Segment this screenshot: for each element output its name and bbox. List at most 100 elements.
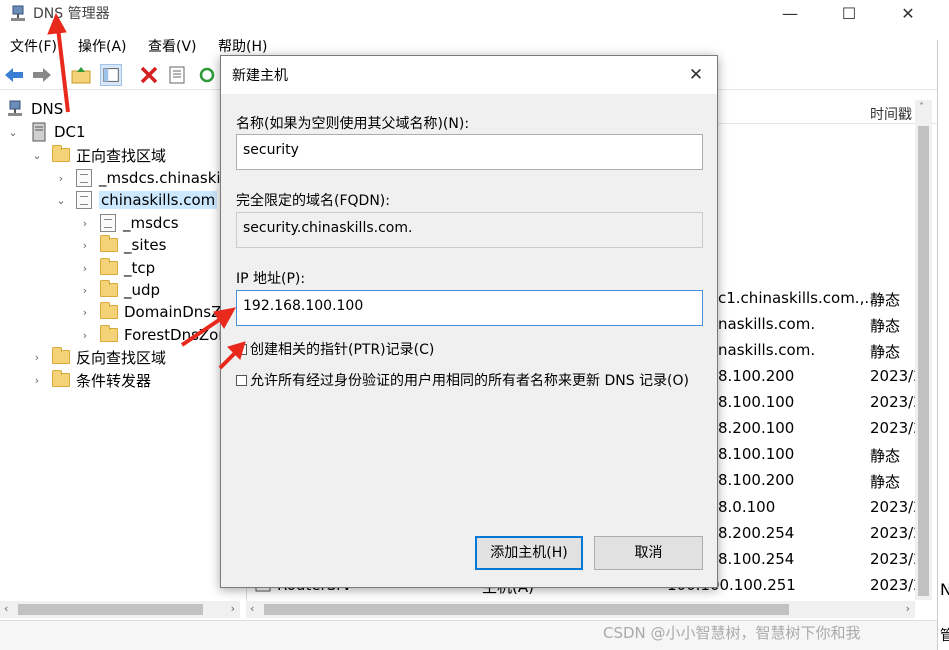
zone-icon <box>76 169 92 187</box>
record-data: c1.chinaskills.com.,... <box>718 289 879 307</box>
new-host-dialog: 新建主机 ✕ 名称(如果为空则使用其父域名称)(N): security 完全限… <box>220 55 718 588</box>
allow-update-checkbox[interactable]: 允许所有经过身份验证的用户用相同的所有者名称来更新 DNS 记录(O) <box>236 372 704 391</box>
menu-view[interactable]: 查看(V) <box>148 36 197 56</box>
record-data: 8.0.100 <box>718 498 776 516</box>
create-ptr-checkbox[interactable]: ✓ 创建相关的指针(PTR)记录(C) <box>236 341 434 360</box>
delete-icon[interactable] <box>138 64 160 86</box>
scroll-right-icon[interactable]: › <box>906 602 910 615</box>
chevron-down-icon[interactable]: ⌄ <box>30 149 44 162</box>
record-data: 8.200.254 <box>718 524 795 542</box>
record-timestamp: 静态 <box>870 317 901 335</box>
list-horizontal-scrollbar[interactable]: ‹ › <box>246 601 915 618</box>
allow-update-label: 允许所有经过身份验证的用户用相同的所有者名称来更新 DNS 记录(O) <box>250 373 689 389</box>
chevron-right-icon[interactable]: › <box>78 284 92 297</box>
chevron-right-icon[interactable]: › <box>78 262 92 275</box>
properties-icon[interactable] <box>166 64 188 86</box>
menu-bar: 文件(F) 操作(A) 查看(V) 帮助(H) <box>0 33 937 57</box>
tree-node-reverse-zones[interactable]: › 反向查找区域 <box>30 346 166 368</box>
chevron-right-icon[interactable]: › <box>78 329 92 342</box>
menu-action[interactable]: 操作(A) <box>78 36 127 56</box>
chevron-right-icon[interactable]: › <box>30 374 44 387</box>
tree-node-dns[interactable]: DNS <box>6 98 63 120</box>
adjacent-window-edge: N 管 <box>937 40 949 650</box>
title-bar: DNS 管理器 — ☐ ✕ <box>0 0 937 30</box>
record-data: 8.100.100 <box>718 393 795 411</box>
tree-node-sites[interactable]: › _sites <box>78 234 166 256</box>
menu-help[interactable]: 帮助(H) <box>218 36 267 56</box>
record-timestamp: 静态 <box>870 473 901 491</box>
record-data: naskills.com. <box>718 341 816 359</box>
chevron-down-icon[interactable]: ⌄ <box>54 194 68 207</box>
folder-icon <box>52 370 70 387</box>
folder-icon <box>100 280 118 297</box>
scroll-right-icon[interactable]: › <box>231 602 235 615</box>
add-host-button[interactable]: 添加主机(H) <box>475 536 583 570</box>
up-folder-icon[interactable] <box>70 64 92 86</box>
record-timestamp: 静态 <box>870 343 901 361</box>
tree-node-forestdnszones[interactable]: › ForestDnsZone <box>78 324 237 346</box>
record-data: naskills.com. <box>718 315 816 333</box>
checkbox-checked-icon[interactable]: ✓ <box>236 344 247 355</box>
record-timestamp: 静态 <box>870 291 901 309</box>
folder-icon <box>100 258 118 275</box>
tree-node-msdcs-zone[interactable]: › _msdcs.chinaskills <box>54 167 237 189</box>
chevron-right-icon[interactable]: › <box>54 172 68 185</box>
dialog-close-button[interactable]: ✕ <box>681 61 711 89</box>
maximize-button[interactable]: ☐ <box>826 0 872 30</box>
server-icon <box>32 122 46 142</box>
scroll-thumb[interactable] <box>18 604 203 615</box>
folder-icon <box>52 347 70 364</box>
checkbox-unchecked-icon[interactable] <box>236 375 247 386</box>
tree-node-msdcs[interactable]: › _msdcs <box>78 212 179 234</box>
tree-node-server[interactable]: ⌄ DC1 <box>6 121 86 143</box>
list-vertical-scrollbar[interactable]: ˄ <box>915 100 932 600</box>
folder-icon <box>100 325 118 342</box>
chevron-down-icon[interactable]: ⌄ <box>6 126 20 139</box>
tree-node-conditional-forwarders[interactable]: › 条件转发器 <box>30 369 151 391</box>
console-tree: DNS ⌄ DC1 ⌄ 正向查找区域 › _msdcs.chinaskills … <box>0 96 240 596</box>
ip-address-label: IP 地址(P): <box>236 271 306 287</box>
fqdn-field: security.chinaskills.com. <box>236 212 703 248</box>
edge-text-2: 管 <box>940 628 949 644</box>
minimize-button[interactable]: — <box>767 0 813 30</box>
tree-horizontal-scrollbar[interactable]: ‹ › <box>0 601 240 618</box>
scroll-left-icon[interactable]: ‹ <box>4 602 8 615</box>
forward-arrow-icon[interactable] <box>31 64 53 86</box>
name-input[interactable]: security <box>236 134 703 170</box>
folder-icon <box>52 145 70 162</box>
create-ptr-label: 创建相关的指针(PTR)记录(C) <box>250 342 435 358</box>
tree-node-domaindnszones[interactable]: › DomainDnsZ <box>78 301 221 323</box>
chevron-right-icon[interactable]: › <box>78 306 92 319</box>
dialog-title-bar: 新建主机 ✕ <box>221 56 717 94</box>
cancel-button[interactable]: 取消 <box>594 536 703 570</box>
scroll-up-icon[interactable]: ˄ <box>919 102 924 113</box>
scroll-thumb[interactable] <box>264 604 789 615</box>
dialog-title: 新建主机 <box>232 68 288 84</box>
tree-node-forward-zones[interactable]: ⌄ 正向查找区域 <box>30 144 166 166</box>
tree-node-udp[interactable]: › _udp <box>78 279 160 301</box>
zone-icon <box>76 191 92 209</box>
chevron-right-icon[interactable]: › <box>30 351 44 364</box>
chevron-right-icon[interactable]: › <box>78 217 92 230</box>
scroll-left-icon[interactable]: ‹ <box>250 602 254 615</box>
tree-node-chinaskills-zone[interactable]: ⌄ chinaskills.com <box>54 189 218 211</box>
ip-address-input[interactable]: 192.168.100.100 <box>236 290 703 326</box>
show-tree-icon[interactable] <box>100 64 122 86</box>
refresh-icon[interactable] <box>196 64 218 86</box>
folder-icon <box>100 235 118 252</box>
edge-text: N <box>940 580 949 599</box>
zone-icon <box>100 214 116 232</box>
record-timestamp: 静态 <box>870 447 901 465</box>
record-data: 8.200.100 <box>718 419 795 437</box>
chevron-right-icon[interactable]: › <box>78 239 92 252</box>
column-header-timestamp[interactable]: 时间戳 <box>870 104 912 124</box>
window-title: DNS 管理器 <box>33 6 110 22</box>
back-arrow-icon[interactable] <box>3 64 25 86</box>
name-label: 名称(如果为空则使用其父域名称)(N): <box>236 116 470 132</box>
dns-icon <box>8 100 22 116</box>
record-data: 8.100.200 <box>718 471 795 489</box>
scroll-thumb[interactable] <box>918 126 929 596</box>
tree-node-tcp[interactable]: › _tcp <box>78 257 155 279</box>
menu-file[interactable]: 文件(F) <box>10 36 57 56</box>
close-button[interactable]: ✕ <box>885 0 931 30</box>
